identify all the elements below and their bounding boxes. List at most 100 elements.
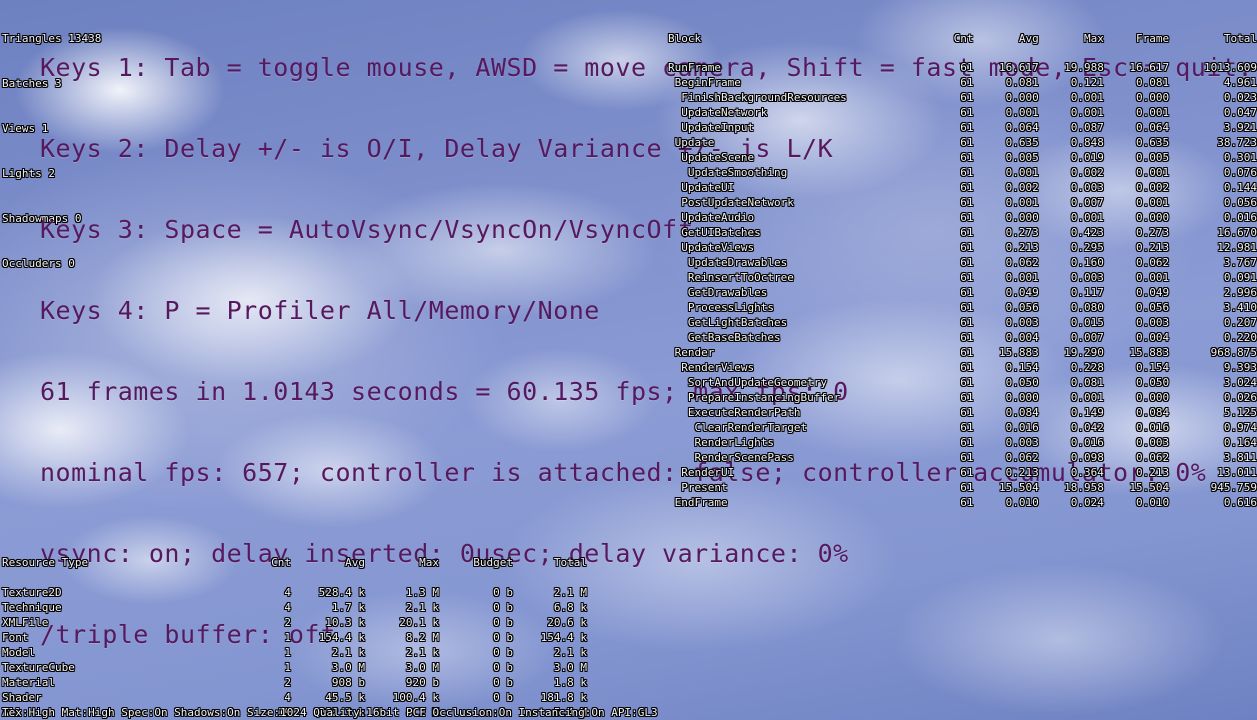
resource-cell-budget: 0 b — [493, 586, 513, 599]
resource-cell-total: 20.6 k — [547, 616, 587, 629]
profiler-cell-total: 945.759 — [1210, 481, 1257, 494]
profiler-header-row: Block Cnt Avg Max Frame Total — [668, 31, 1257, 46]
profiler-cell-max: 0.001 — [1070, 106, 1104, 119]
resource-table: Resource Type Cnt Avg Max Budget Total T… — [2, 555, 587, 720]
profiler-cell-frame: 15.504 — [1129, 481, 1170, 494]
profiler-block-name: UpdateUI — [668, 181, 735, 194]
profiler-cell-max: 0.848 — [1070, 136, 1104, 149]
profiler-cell-avg: 0.056 — [1005, 301, 1039, 314]
resource-cell-type: Material — [2, 676, 55, 689]
profiler-cell-frame: 0.001 — [1135, 106, 1170, 119]
resource-header-max: Max — [419, 556, 439, 569]
profiler-row: ProcessLights 61 0.056 0.080 0.056 3.410 — [668, 300, 1257, 315]
profiler-block-name: RunFrame — [668, 61, 721, 74]
resource-cell-cnt: 4 — [284, 586, 291, 599]
profiler-cell-frame: 0.049 — [1135, 286, 1170, 299]
profiler-cell-total: 0.056 — [1223, 196, 1257, 209]
profiler-cell-cnt: 61 — [960, 316, 974, 329]
profiler-header-frame: Frame — [1135, 32, 1170, 45]
profiler-cell-frame: 0.004 — [1135, 331, 1170, 344]
resource-cell-total: 1.8 k — [553, 676, 587, 689]
profiler-cell-cnt: 61 — [960, 331, 974, 344]
profiler-cell-max: 0.081 — [1070, 376, 1104, 389]
profiler-cell-total: 0.026 — [1223, 391, 1257, 404]
profiler-cell-cnt: 61 — [960, 91, 974, 104]
profiler-row: PrepareInstancingBuffer 61 0.000 0.001 0.000… — [668, 390, 1257, 405]
resource-row: XMLFile 2 10.3 k 20.1 k 0 b 20.6 k — [2, 615, 587, 630]
resource-table-body: Texture2D 4 528.4 k 1.3 M 0 b 2.1 M Technique 4… — [2, 585, 587, 720]
profiler-cell-cnt: 61 — [960, 286, 974, 299]
resource-header-type: Resource Type — [2, 556, 89, 569]
resource-cell-avg: 2.1 k — [331, 646, 365, 659]
resource-cell-type: Font — [2, 631, 29, 644]
profiler-cell-total: 13.011 — [1217, 466, 1257, 479]
profiler-cell-cnt: 61 — [960, 211, 974, 224]
resource-cell-cnt: 1 — [284, 661, 291, 674]
profiler-row: UpdateAudio 61 0.000 0.001 0.000 0.016 — [668, 210, 1257, 225]
resource-row: TextureCube 1 3.0 M 3.0 M 0 b 3.0 M — [2, 660, 587, 675]
resource-cell-type: Model — [2, 646, 36, 659]
resource-row: Model 1 2.1 k 2.1 k 0 b 2.1 k — [2, 645, 587, 660]
resource-cell-total: 154.4 k — [540, 631, 587, 644]
profiler-cell-avg: 0.213 — [1005, 241, 1039, 254]
profiler-cell-max: 0.007 — [1070, 331, 1104, 344]
profiler-cell-cnt: 61 — [960, 241, 974, 254]
profiler-cell-frame: 15.883 — [1129, 346, 1170, 359]
profiler-block-name: PrepareInstancingBuffer — [668, 391, 841, 404]
profiler-cell-avg: 0.064 — [1005, 121, 1039, 134]
profiler-cell-total: 968.875 — [1210, 346, 1257, 359]
profiler-cell-frame: 0.213 — [1135, 241, 1170, 254]
resource-cell-max: 920 b — [405, 676, 439, 689]
profiler-cell-avg: 0.049 — [1005, 286, 1039, 299]
profiler-cell-total: 3.921 — [1223, 121, 1257, 134]
stat-label-views: Views — [2, 122, 36, 135]
profiler-row: ExecuteRenderPath 61 0.084 0.149 0.084 5.125 — [668, 405, 1257, 420]
profiler-cell-frame: 0.050 — [1135, 376, 1170, 389]
resource-cell-max: 2.1 k — [405, 601, 439, 614]
profiler-row: ClearRenderTarget 61 0.016 0.042 0.016 0.974 — [668, 420, 1257, 435]
profiler-block-name: SortAndUpdateGeometry — [668, 376, 827, 389]
resource-cell-budget: 0 b — [493, 676, 513, 689]
resource-header-total: Total — [553, 556, 587, 569]
profiler-cell-frame: 0.273 — [1135, 226, 1170, 239]
profiler-block-name: GetLightBatches — [668, 316, 788, 329]
profiler-cell-total: 3.410 — [1223, 301, 1257, 314]
profiler-block-name: ReinsertToOctree — [668, 271, 794, 284]
profiler-header-avg: Avg — [1018, 32, 1039, 45]
profiler-cell-max: 0.002 — [1070, 166, 1104, 179]
profiler-cell-avg: 0.154 — [1005, 361, 1039, 374]
profiler-table: Block Cnt Avg Max Frame Total RunFrame 61… — [668, 31, 1257, 510]
profiler-cell-cnt: 61 — [960, 391, 974, 404]
profiler-cell-avg: 16.617 — [998, 61, 1039, 74]
resource-cell-avg: 1.7 k — [331, 601, 365, 614]
resource-cell-avg: 10.3 k — [325, 616, 365, 629]
profiler-cell-frame: 0.084 — [1135, 406, 1170, 419]
profiler-cell-total: 0.047 — [1223, 106, 1257, 119]
profiler-row: RenderLights 61 0.003 0.016 0.003 0.164 — [668, 435, 1257, 450]
profiler-cell-avg: 0.010 — [1005, 496, 1039, 509]
profiler-cell-total: 0.616 — [1223, 496, 1257, 509]
profiler-cell-max: 0.042 — [1070, 421, 1104, 434]
resource-row: Font 1 154.4 k 8.2 M 0 b 154.4 k — [2, 630, 587, 645]
profiler-row: RenderUI 61 0.213 0.364 0.213 13.011 — [668, 465, 1257, 480]
profiler-cell-frame: 0.000 — [1135, 391, 1170, 404]
profiler-row: SortAndUpdateGeometry 61 0.050 0.081 0.050 3.… — [668, 375, 1257, 390]
resource-row: Technique 4 1.7 k 2.1 k 0 b 6.8 k — [2, 600, 587, 615]
profiler-cell-max: 0.015 — [1070, 316, 1104, 329]
profiler-cell-total: 0.220 — [1223, 331, 1257, 344]
profiler-cell-total: 3.767 — [1223, 256, 1257, 269]
profiler-cell-frame: 0.003 — [1135, 436, 1170, 449]
resource-cell-type: Shader — [2, 691, 42, 704]
resource-cell-cnt: 1 — [284, 646, 291, 659]
profiler-cell-cnt: 61 — [960, 226, 974, 239]
game-viewport[interactable]: Triangles 13438 Batches 3 Views 1 Lights… — [0, 0, 1257, 720]
profiler-cell-frame: 0.000 — [1135, 211, 1170, 224]
resource-cell-max: 100.4 k — [392, 691, 439, 704]
profiler-cell-cnt: 61 — [960, 166, 974, 179]
profiler-cell-cnt: 61 — [960, 76, 974, 89]
profiler-row: ReinsertToOctree 61 0.001 0.003 0.001 0.091 — [668, 270, 1257, 285]
resource-cell-avg: 908 b — [331, 676, 365, 689]
profiler-block-name: UpdateDrawables — [668, 256, 788, 269]
profiler-cell-avg: 0.084 — [1005, 406, 1039, 419]
profiler-block-name: ProcessLights — [668, 301, 774, 314]
